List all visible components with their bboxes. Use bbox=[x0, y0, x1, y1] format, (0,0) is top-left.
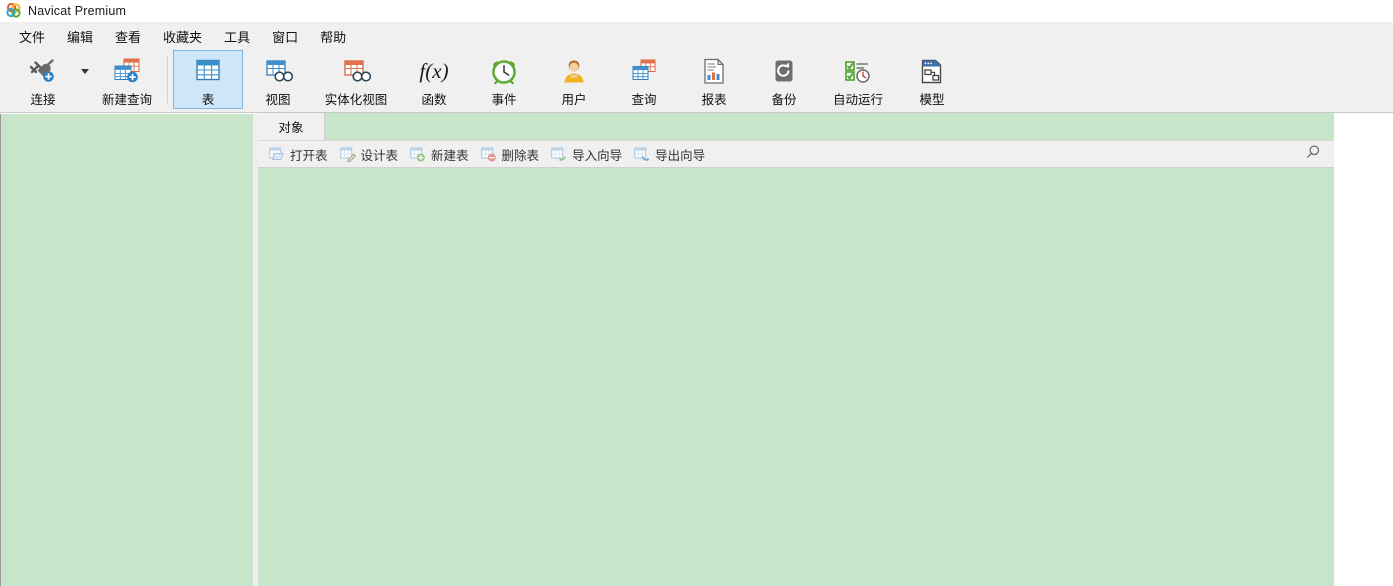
design-table-button[interactable]: 设计表 bbox=[334, 143, 405, 165]
new-table-icon bbox=[410, 146, 426, 162]
new-table-button[interactable]: 新建表 bbox=[404, 143, 475, 165]
tab-strip: 对象 bbox=[258, 113, 1334, 141]
open-table-label: 打开表 bbox=[290, 148, 328, 163]
search-icon bbox=[1305, 144, 1321, 165]
toolbar-label-report: 报表 bbox=[701, 93, 727, 107]
menu-file[interactable]: 文件 bbox=[8, 24, 56, 49]
menu-help[interactable]: 帮助 bbox=[309, 24, 357, 49]
backup-icon bbox=[767, 56, 801, 86]
main-content-area: 对象 打开表 设计表 新建表 删除表 导入向导 导出向导 bbox=[258, 113, 1393, 586]
toolbar-button-function[interactable]: f(x) 函数 bbox=[399, 50, 469, 109]
navicat-logo-icon bbox=[6, 2, 22, 19]
import-wizard-button[interactable]: 导入向导 bbox=[545, 143, 628, 165]
svg-text:f(x): f(x) bbox=[419, 59, 448, 83]
toolbar-button-view[interactable]: 视图 bbox=[243, 50, 313, 109]
object-toolbar: 打开表 设计表 新建表 删除表 导入向导 导出向导 bbox=[258, 141, 1334, 168]
import-wizard-label: 导入向导 bbox=[572, 148, 623, 163]
toolbar-button-user[interactable]: 用户 bbox=[539, 50, 609, 109]
automation-icon bbox=[841, 56, 875, 86]
toolbar-label-materialized-view: 实体化视图 bbox=[324, 93, 388, 107]
menu-bar: 文件 编辑 查看 收藏夹 工具 窗口 帮助 bbox=[0, 22, 1393, 50]
toolbar-label-connection: 连接 bbox=[30, 93, 56, 107]
function-fx-icon: f(x) bbox=[417, 56, 451, 86]
main-right-blank-area bbox=[1334, 113, 1393, 586]
user-icon bbox=[557, 56, 591, 86]
title-bar: Navicat Premium bbox=[0, 0, 1393, 22]
table-icon bbox=[191, 56, 225, 86]
menu-tools[interactable]: 工具 bbox=[213, 24, 261, 49]
design-table-label: 设计表 bbox=[360, 148, 399, 163]
new-query-icon bbox=[110, 56, 144, 86]
model-icon bbox=[915, 56, 949, 86]
toolbar-label-new-query: 新建查询 bbox=[101, 93, 152, 107]
export-wizard-button[interactable]: 导出向导 bbox=[628, 143, 711, 165]
menu-view[interactable]: 查看 bbox=[104, 24, 152, 49]
toolbar-label-view: 视图 bbox=[265, 93, 291, 107]
toolbar-button-report[interactable]: 报表 bbox=[679, 50, 749, 109]
export-wizard-label: 导出向导 bbox=[655, 148, 706, 163]
toolbar-separator bbox=[167, 55, 168, 103]
open-table-icon bbox=[269, 146, 285, 162]
toolbar-label-event: 事件 bbox=[491, 93, 517, 107]
materialized-view-icon bbox=[339, 56, 373, 86]
toolbar-button-new-query[interactable]: 新建查询 bbox=[92, 50, 162, 109]
toolbar-button-backup[interactable]: 备份 bbox=[749, 50, 819, 109]
export-wizard-icon bbox=[634, 146, 650, 162]
import-wizard-icon bbox=[551, 146, 567, 162]
object-search-button[interactable] bbox=[1298, 142, 1328, 166]
view-icon bbox=[261, 56, 295, 86]
toolbar-label-backup: 备份 bbox=[771, 93, 797, 107]
menu-edit[interactable]: 编辑 bbox=[56, 24, 104, 49]
query-icon bbox=[627, 56, 661, 86]
main-toolbar: 连接 新建查询 表 视图 实体化视图 f(x) 函数 事件 用户 查询 报表 备… bbox=[0, 50, 1393, 113]
toolbar-button-table[interactable]: 表 bbox=[173, 50, 243, 109]
toolbar-label-automation: 自动运行 bbox=[832, 93, 883, 107]
menu-favorites[interactable]: 收藏夹 bbox=[152, 24, 213, 49]
toolbar-label-model: 模型 bbox=[919, 93, 945, 107]
event-clock-icon bbox=[487, 56, 521, 86]
toolbar-label-table: 表 bbox=[201, 93, 215, 107]
open-table-button[interactable]: 打开表 bbox=[263, 143, 334, 165]
tab-objects[interactable]: 对象 bbox=[258, 113, 325, 140]
toolbar-label-user: 用户 bbox=[561, 93, 587, 107]
window-title: Navicat Premium bbox=[28, 3, 127, 18]
toolbar-label-query: 查询 bbox=[631, 93, 657, 107]
connection-dropdown-chevron-down-icon[interactable] bbox=[78, 50, 92, 109]
tab-objects-label: 对象 bbox=[278, 121, 304, 135]
toolbar-button-materialized-view[interactable]: 实体化视图 bbox=[313, 50, 399, 109]
delete-table-icon bbox=[480, 146, 497, 162]
delete-table-label: 删除表 bbox=[501, 148, 540, 163]
new-table-label: 新建表 bbox=[431, 148, 469, 163]
toolbar-button-model[interactable]: 模型 bbox=[897, 50, 967, 109]
navicat-window: Navicat Premium 文件 编辑 查看 收藏夹 工具 窗口 帮助 连接… bbox=[0, 0, 1393, 586]
object-list-panel[interactable] bbox=[258, 168, 1334, 586]
toolbar-button-query[interactable]: 查询 bbox=[609, 50, 679, 109]
toolbar-label-function: 函数 bbox=[421, 93, 447, 107]
design-table-icon bbox=[339, 146, 356, 162]
connection-sidebar-panel[interactable] bbox=[0, 114, 253, 586]
delete-table-button[interactable]: 删除表 bbox=[475, 143, 546, 165]
menu-window[interactable]: 窗口 bbox=[261, 24, 309, 49]
report-icon bbox=[697, 56, 731, 86]
tab-strip-filler bbox=[325, 113, 1334, 140]
toolbar-button-automation[interactable]: 自动运行 bbox=[819, 50, 897, 109]
connection-plug-icon bbox=[26, 56, 60, 86]
toolbar-button-event[interactable]: 事件 bbox=[469, 50, 539, 109]
toolbar-button-connection[interactable]: 连接 bbox=[8, 50, 78, 109]
